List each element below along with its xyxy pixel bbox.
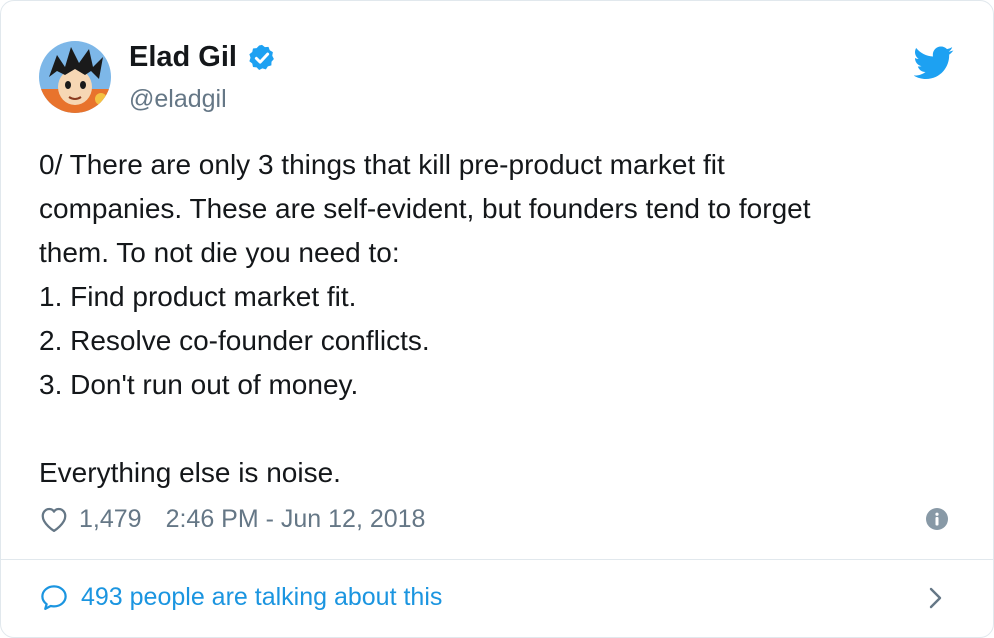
author-handle[interactable]: @eladgil	[129, 85, 227, 114]
tweet-line: 0/ There are only 3 things that kill pre…	[39, 149, 725, 180]
speech-bubble-icon	[41, 585, 67, 610]
verified-badge-icon	[249, 44, 274, 70]
tweet-line: them. To not die you need to:	[39, 237, 400, 268]
tweet-line: 2. Resolve co-founder conflicts.	[39, 325, 430, 356]
author-name[interactable]: Elad Gil	[129, 41, 277, 74]
cartoon-avatar-icon	[39, 41, 111, 113]
like-count[interactable]: 1,479	[79, 505, 142, 534]
tweet-line: 1. Find product market fit.	[39, 281, 357, 312]
tweet-meta: 1,479 2:46 PM - Jun 12, 2018	[39, 501, 425, 537]
chevron-right-icon[interactable]	[925, 584, 945, 612]
heart-icon[interactable]	[39, 505, 69, 533]
avatar[interactable]	[39, 41, 111, 113]
tweet-line: 3. Don't run out of money.	[39, 369, 359, 400]
tweet-card: Elad Gil @eladgil 0/ There are only 3 th…	[0, 0, 994, 638]
divider	[1, 559, 993, 560]
info-icon[interactable]	[926, 508, 948, 530]
author-name-text[interactable]: Elad Gil	[129, 41, 237, 74]
tweet-text: 0/ There are only 3 things that kill pre…	[39, 143, 959, 495]
conversation-label[interactable]: 493 people are talking about this	[81, 583, 442, 612]
tweet-line: companies. These are self-evident, but f…	[39, 193, 811, 224]
twitter-bird-icon[interactable]	[914, 46, 954, 80]
tweet-timestamp[interactable]: 2:46 PM - Jun 12, 2018	[166, 505, 426, 534]
conversation-link[interactable]: 493 people are talking about this	[39, 577, 442, 617]
tweet-closing-line: Everything else is noise.	[39, 457, 341, 488]
